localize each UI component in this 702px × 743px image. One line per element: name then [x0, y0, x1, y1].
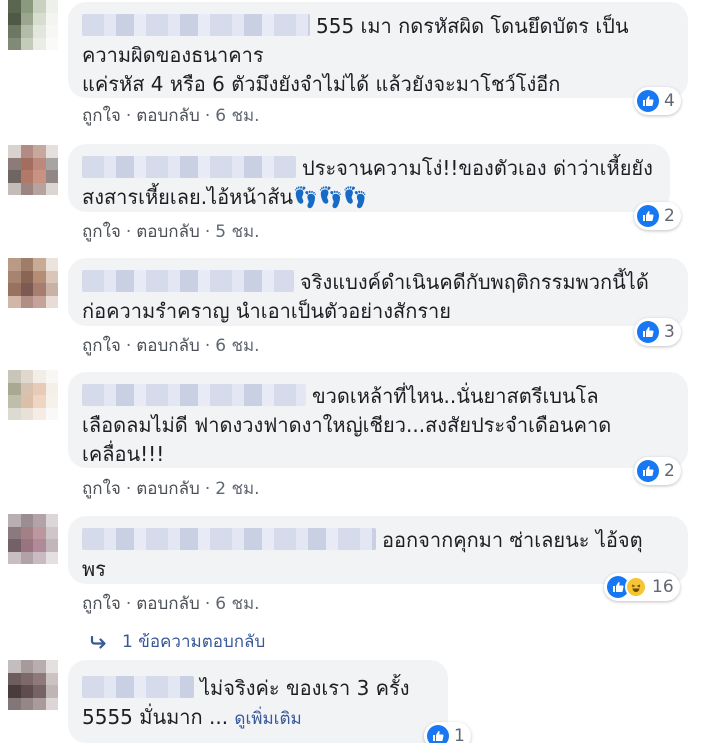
- comment-text-line: สงสารเหี้ยเลย.ไอ้หน้าส้น👣👣👣: [82, 185, 368, 209]
- comment-text-line: พร: [82, 557, 106, 581]
- thumbs-up-icon: [637, 460, 659, 482]
- reply-link[interactable]: ตอบกลับ: [136, 336, 200, 356]
- comment-text-line: เลือดลมไม่ดี ฟาดงวงฟาดงาใหญ่เชียว...สงสั…: [82, 413, 612, 437]
- commenter-name[interactable]: [82, 270, 294, 292]
- avatar[interactable]: [8, 660, 58, 710]
- like-link[interactable]: ถูกใจ: [82, 222, 121, 242]
- timestamp[interactable]: 6 ชม.: [215, 336, 259, 356]
- reaction-count: 16: [652, 577, 674, 597]
- comment-bubble: 555 เมา กดรหัสผิด โดนยึดบัตร เป็น ความผิ…: [68, 2, 688, 98]
- like-link[interactable]: ถูกใจ: [82, 594, 121, 614]
- avatar[interactable]: [8, 514, 58, 564]
- comment-text-line: ประจานความโง่!!ของตัวเอง ด่าว่าเหี้ยยัง: [302, 156, 653, 180]
- like-link[interactable]: ถูกใจ: [82, 479, 121, 499]
- reaction-summary[interactable]: 2: [634, 457, 681, 485]
- reply-link[interactable]: ตอบกลับ: [136, 594, 200, 614]
- view-replies-label: 1 ข้อความตอบกลับ: [122, 632, 266, 652]
- timestamp[interactable]: 5 ชม.: [215, 222, 259, 242]
- comment-bubble: ประจานความโง่!!ของตัวเอง ด่าว่าเหี้ยยัง …: [68, 144, 670, 212]
- reaction-count: 4: [664, 91, 675, 111]
- reaction-summary[interactable]: 16: [604, 573, 680, 601]
- comment-actions: ถูกใจ · ตอบกลับ · 2 ชม.: [82, 479, 260, 499]
- laughing-face-icon: [625, 576, 647, 598]
- comment-text-line: ความผิดของธนาคาร: [82, 43, 264, 67]
- comment-actions: ถูกใจ · ตอบกลับ · 6 ชม.: [82, 336, 260, 356]
- view-replies-link[interactable]: 1 ข้อความตอบกลับ: [90, 628, 265, 655]
- comment-text-line: 5555 มั่นมาก ...: [82, 705, 235, 729]
- comment-actions: ถูกใจ · ตอบกลับ · 6 ชม.: [82, 106, 260, 126]
- timestamp[interactable]: 6 ชม.: [215, 594, 259, 614]
- comment-actions: ถูกใจ · ตอบกลับ · 5 ชม.: [82, 222, 260, 242]
- thumbs-up-icon: [637, 90, 659, 112]
- reaction-count: 2: [664, 461, 675, 481]
- commenter-name[interactable]: [82, 676, 194, 698]
- like-link[interactable]: ถูกใจ: [82, 106, 121, 126]
- reply-arrow-icon: [90, 635, 106, 649]
- avatar[interactable]: [8, 0, 58, 50]
- reaction-summary[interactable]: 1: [424, 722, 471, 743]
- thumbs-up-icon: [637, 321, 659, 343]
- thumbs-up-icon: [637, 205, 659, 227]
- comment-text-line: ขวดเหล้าที่ไหน..นั่นยาสตรีเบนโล: [312, 384, 599, 408]
- commenter-name[interactable]: [82, 528, 376, 550]
- comment-actions: ถูกใจ · ตอบกลับ · 6 ชม.: [82, 594, 260, 614]
- see-more-link[interactable]: ดูเพิ่มเติม: [234, 709, 301, 729]
- reply-link[interactable]: ตอบกลับ: [136, 222, 200, 242]
- commenter-name[interactable]: [82, 14, 310, 36]
- reaction-count: 3: [664, 322, 675, 342]
- timestamp[interactable]: 6 ชม.: [215, 106, 259, 126]
- comment-bubble: จริงแบงค์ดำเนินคดีกับพฤติกรรมพวกนี้ได้ ก…: [68, 258, 688, 326]
- timestamp[interactable]: 2 ชม.: [215, 479, 259, 499]
- reaction-count: 2: [664, 206, 675, 226]
- reaction-summary[interactable]: 3: [634, 318, 681, 346]
- comment-bubble: ไม่จริงค่ะ ของเรา 3 ครั้ง 5555 มั่นมาก .…: [68, 660, 448, 743]
- reply-link[interactable]: ตอบกลับ: [136, 479, 200, 499]
- commenter-name[interactable]: [82, 384, 306, 406]
- comment-text-line: 555 เมา กดรหัสผิด โดนยึดบัตร เป็น: [316, 14, 629, 38]
- comment-bubble: ขวดเหล้าที่ไหน..นั่นยาสตรีเบนโล เลือดลมไ…: [68, 372, 688, 468]
- reaction-summary[interactable]: 2: [634, 202, 681, 230]
- avatar[interactable]: [8, 145, 58, 195]
- comment-text-line: ไม่จริงค่ะ ของเรา 3 ครั้ง: [200, 676, 410, 700]
- avatar[interactable]: [8, 258, 58, 308]
- comment-text-line: เคลื่อน!!!: [82, 442, 165, 466]
- reply-link[interactable]: ตอบกลับ: [136, 106, 200, 126]
- comment-text-line: ออกจากคุกมา ซ่าเลยนะ ไอ้จตุ: [382, 528, 643, 552]
- comment-bubble: ออกจากคุกมา ซ่าเลยนะ ไอ้จตุ พร: [68, 516, 688, 584]
- comment-text-line: แค่รหัส 4 หรือ 6 ตัวมึงยังจำไม่ได้ แล้วย…: [82, 72, 561, 96]
- reaction-summary[interactable]: 4: [634, 87, 681, 115]
- comment-text-line: จริงแบงค์ดำเนินคดีกับพฤติกรรมพวกนี้ได้: [300, 270, 649, 294]
- like-link[interactable]: ถูกใจ: [82, 336, 121, 356]
- commenter-name[interactable]: [82, 156, 296, 178]
- avatar[interactable]: [8, 370, 58, 420]
- reaction-count: 1: [454, 726, 465, 743]
- comment-text-line: ก่อความรำคราญ นำเอาเป็นตัวอย่างสักราย: [82, 299, 452, 323]
- thumbs-up-icon: [427, 725, 449, 743]
